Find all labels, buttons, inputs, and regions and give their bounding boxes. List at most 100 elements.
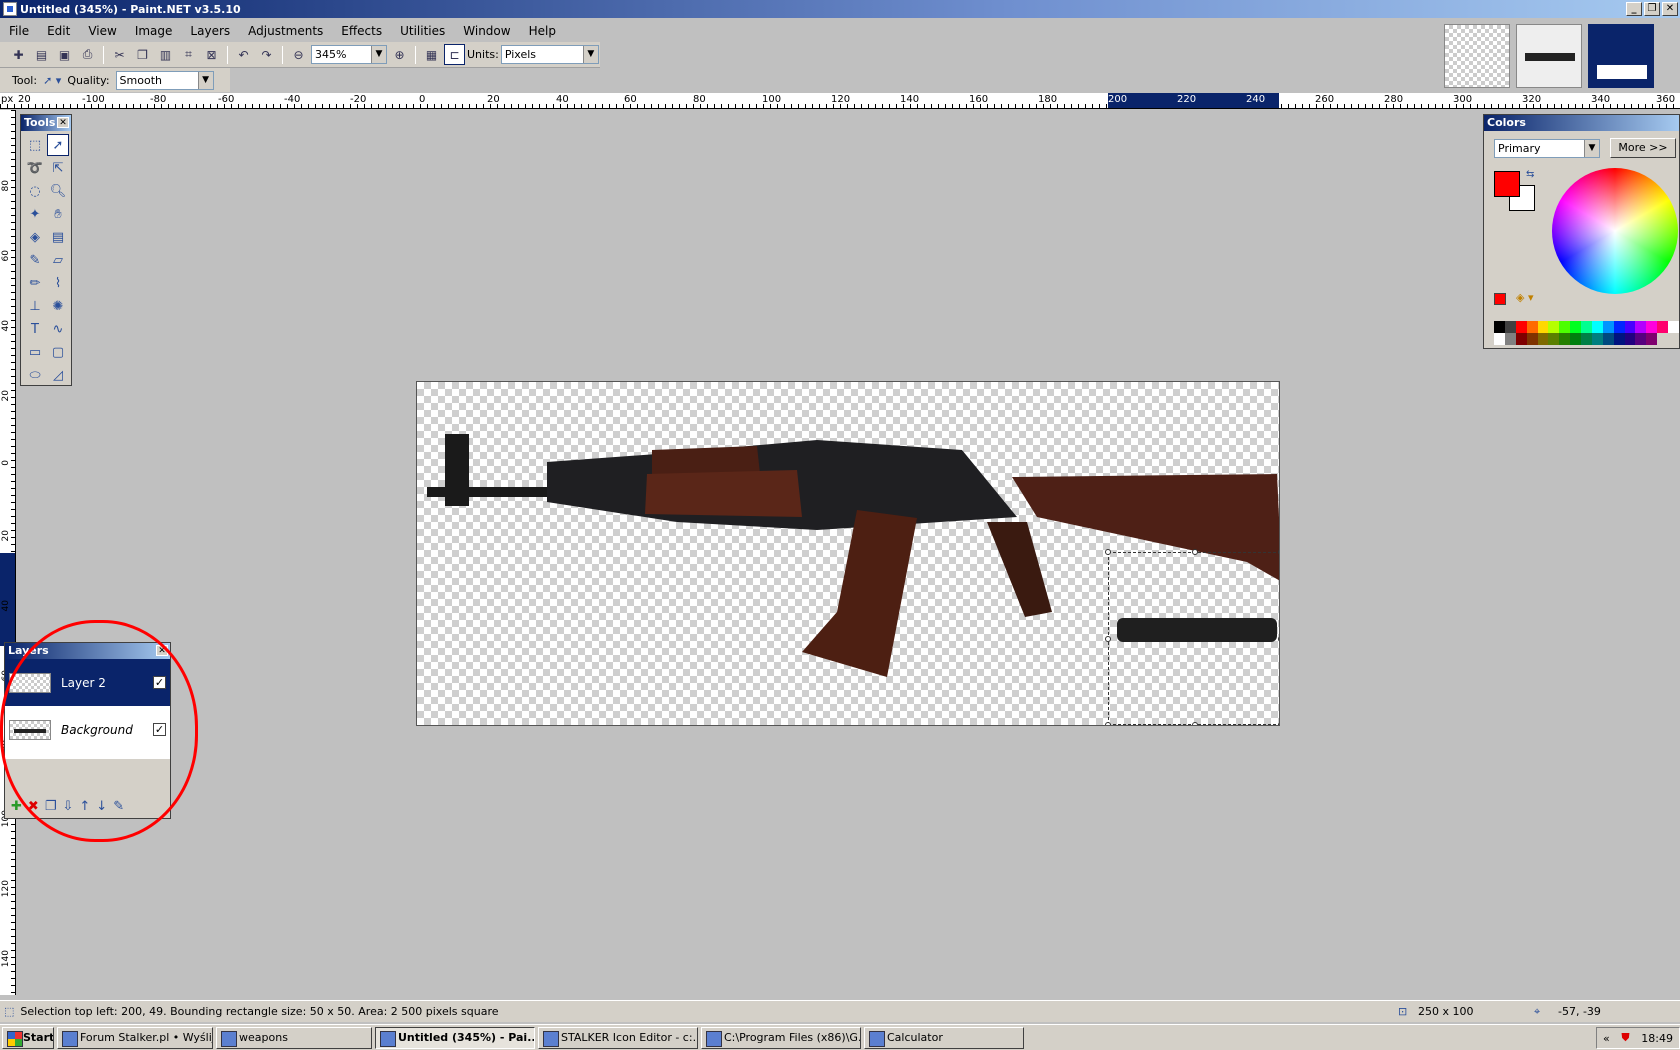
menu-help[interactable]: Help	[520, 24, 565, 38]
palette-swatch[interactable]	[1559, 333, 1571, 345]
units-combo[interactable]: Pixels ▼	[500, 45, 599, 64]
palette-swatch[interactable]	[1526, 321, 1538, 333]
taskbar-item-folder[interactable]: weapons	[216, 1026, 372, 1049]
palette-swatch[interactable]	[1602, 333, 1614, 345]
menu-window[interactable]: Window	[454, 24, 519, 38]
palette-swatch[interactable]	[1613, 333, 1625, 345]
start-button[interactable]: Start	[2, 1026, 54, 1049]
print-icon[interactable]: ⎙	[77, 44, 98, 65]
paste-icon[interactable]: ▥	[155, 44, 176, 65]
chevron-down-icon[interactable]: ▼	[371, 46, 386, 63]
move-selection-icon[interactable]: ➚ ▾	[43, 74, 61, 87]
image-tab-1[interactable]	[1444, 24, 1510, 88]
ellipse-icon[interactable]: ⬭	[24, 364, 46, 386]
menu-edit[interactable]: Edit	[38, 24, 79, 38]
palette-swatch[interactable]	[1613, 321, 1625, 333]
menu-layers[interactable]: Layers	[181, 24, 239, 38]
palette-swatch[interactable]	[1570, 321, 1582, 333]
selection-rectangle[interactable]	[1105, 549, 1279, 725]
tray-chevron-icon[interactable]: «	[1603, 1032, 1610, 1045]
move-selected-icon[interactable]: ➚	[47, 134, 69, 156]
palette-swatch[interactable]	[1515, 321, 1527, 333]
layer-visibility-checkbox[interactable]: ✓	[153, 676, 166, 689]
palette-swatch[interactable]	[1591, 321, 1603, 333]
new-icon[interactable]: ✚	[8, 44, 29, 65]
palette-swatch[interactable]	[1624, 333, 1636, 345]
selection-handle[interactable]	[1278, 549, 1279, 555]
rulers-icon[interactable]: ⊏	[444, 44, 465, 65]
palette-menu-icon[interactable]: ◈ ▾	[1516, 291, 1533, 304]
rectangle-icon[interactable]: ▭	[24, 341, 46, 363]
palette-swatch[interactable]	[1646, 321, 1658, 333]
menu-view[interactable]: View	[79, 24, 125, 38]
palette-swatch[interactable]	[1602, 321, 1614, 333]
duplicate-layer-icon[interactable]: ❐	[45, 799, 57, 814]
menu-file[interactable]: File	[0, 24, 38, 38]
open-icon[interactable]: ▤	[31, 44, 52, 65]
color-palette[interactable]	[1494, 321, 1679, 345]
text-icon[interactable]: T	[24, 318, 46, 340]
image-canvas[interactable]	[416, 381, 1280, 726]
close-icon[interactable]: ✕	[57, 117, 69, 128]
menu-effects[interactable]: Effects	[332, 24, 391, 38]
palette-swatch[interactable]	[1581, 333, 1592, 345]
color-mode-combo[interactable]: Primary ▼	[1494, 139, 1600, 158]
chevron-down-icon[interactable]: ▼	[582, 46, 598, 63]
chevron-down-icon[interactable]: ▼	[197, 71, 213, 89]
image-tab-active[interactable]	[1588, 24, 1654, 88]
move-selection-icon[interactable]: ⇱	[47, 157, 69, 179]
selection-handle[interactable]	[1278, 722, 1279, 725]
quality-combo[interactable]: Smooth ▼	[115, 70, 214, 90]
palette-swatch[interactable]	[1548, 333, 1560, 345]
taskbar-item-calculator[interactable]: Calculator	[864, 1026, 1024, 1049]
palette-swatch[interactable]	[1515, 333, 1527, 345]
zoom-icon[interactable]: 🔍︎	[47, 180, 69, 202]
palette-swatch[interactable]	[1657, 321, 1669, 333]
palette-swatch[interactable]	[1591, 333, 1603, 345]
add-layer-icon[interactable]: ✚	[11, 799, 22, 814]
copy-icon[interactable]: ❐	[132, 44, 153, 65]
line-curve-icon[interactable]: ∿	[47, 318, 69, 340]
selection-handle[interactable]	[1192, 722, 1198, 725]
pencil-icon[interactable]: ✏︎	[24, 272, 46, 294]
palette-swatch[interactable]	[1559, 321, 1571, 333]
palette-swatch[interactable]	[1504, 321, 1516, 333]
layer-row-background[interactable]: Background ✓	[5, 706, 170, 753]
swap-colors-icon[interactable]: ⇆	[1526, 169, 1534, 180]
palette-swatch[interactable]	[1581, 321, 1592, 333]
chevron-down-icon[interactable]: ▼	[1584, 140, 1599, 157]
palette-swatch[interactable]	[1635, 321, 1647, 333]
merge-layer-down-icon[interactable]: ⇩	[62, 799, 73, 814]
palette-swatch[interactable]	[1624, 321, 1636, 333]
selection-handle[interactable]	[1105, 722, 1111, 725]
rectangle-select-icon[interactable]: ⬚	[24, 134, 46, 156]
zoom-in-icon[interactable]: ⊕	[389, 44, 410, 65]
palette-swatch[interactable]	[1494, 321, 1505, 333]
crop-icon[interactable]: ⌗	[178, 44, 199, 65]
layer-properties-icon[interactable]: ✎	[113, 799, 124, 814]
cut-icon[interactable]: ✂	[109, 44, 130, 65]
undo-icon[interactable]: ↶	[233, 44, 254, 65]
paint-bucket-icon[interactable]: ◈	[24, 226, 46, 248]
menu-adjustments[interactable]: Adjustments	[239, 24, 332, 38]
eraser-icon[interactable]: ▱	[47, 249, 69, 271]
ellipse-select-icon[interactable]: ◌	[24, 180, 46, 202]
selection-handle[interactable]	[1278, 636, 1279, 642]
recolor-icon[interactable]: ✺	[47, 295, 69, 317]
palette-swatch[interactable]	[1526, 333, 1538, 345]
taskbar-item-icon-editor[interactable]: STALKER Icon Editor - c:...	[538, 1026, 698, 1049]
color-picker-icon[interactable]: ⌇	[47, 272, 69, 294]
primary-color-swatch[interactable]	[1494, 171, 1520, 197]
palette-swatch[interactable]	[1548, 321, 1560, 333]
palette-swatch[interactable]	[1668, 321, 1679, 333]
clone-stamp-icon[interactable]: ⊥	[24, 295, 46, 317]
maximize-button[interactable]: ❐	[1644, 2, 1660, 16]
palette-swatch[interactable]	[1537, 333, 1549, 345]
redo-icon[interactable]: ↷	[256, 44, 277, 65]
taskbar-item-firefox[interactable]: Forum Stalker.pl • Wyślij ...	[57, 1026, 213, 1049]
color-wheel[interactable]	[1552, 168, 1678, 294]
add-color-icon[interactable]	[1494, 293, 1506, 305]
close-icon[interactable]: ✕	[156, 645, 168, 656]
delete-layer-icon[interactable]: ✖	[28, 799, 39, 814]
layer-visibility-checkbox[interactable]: ✓	[153, 723, 166, 736]
